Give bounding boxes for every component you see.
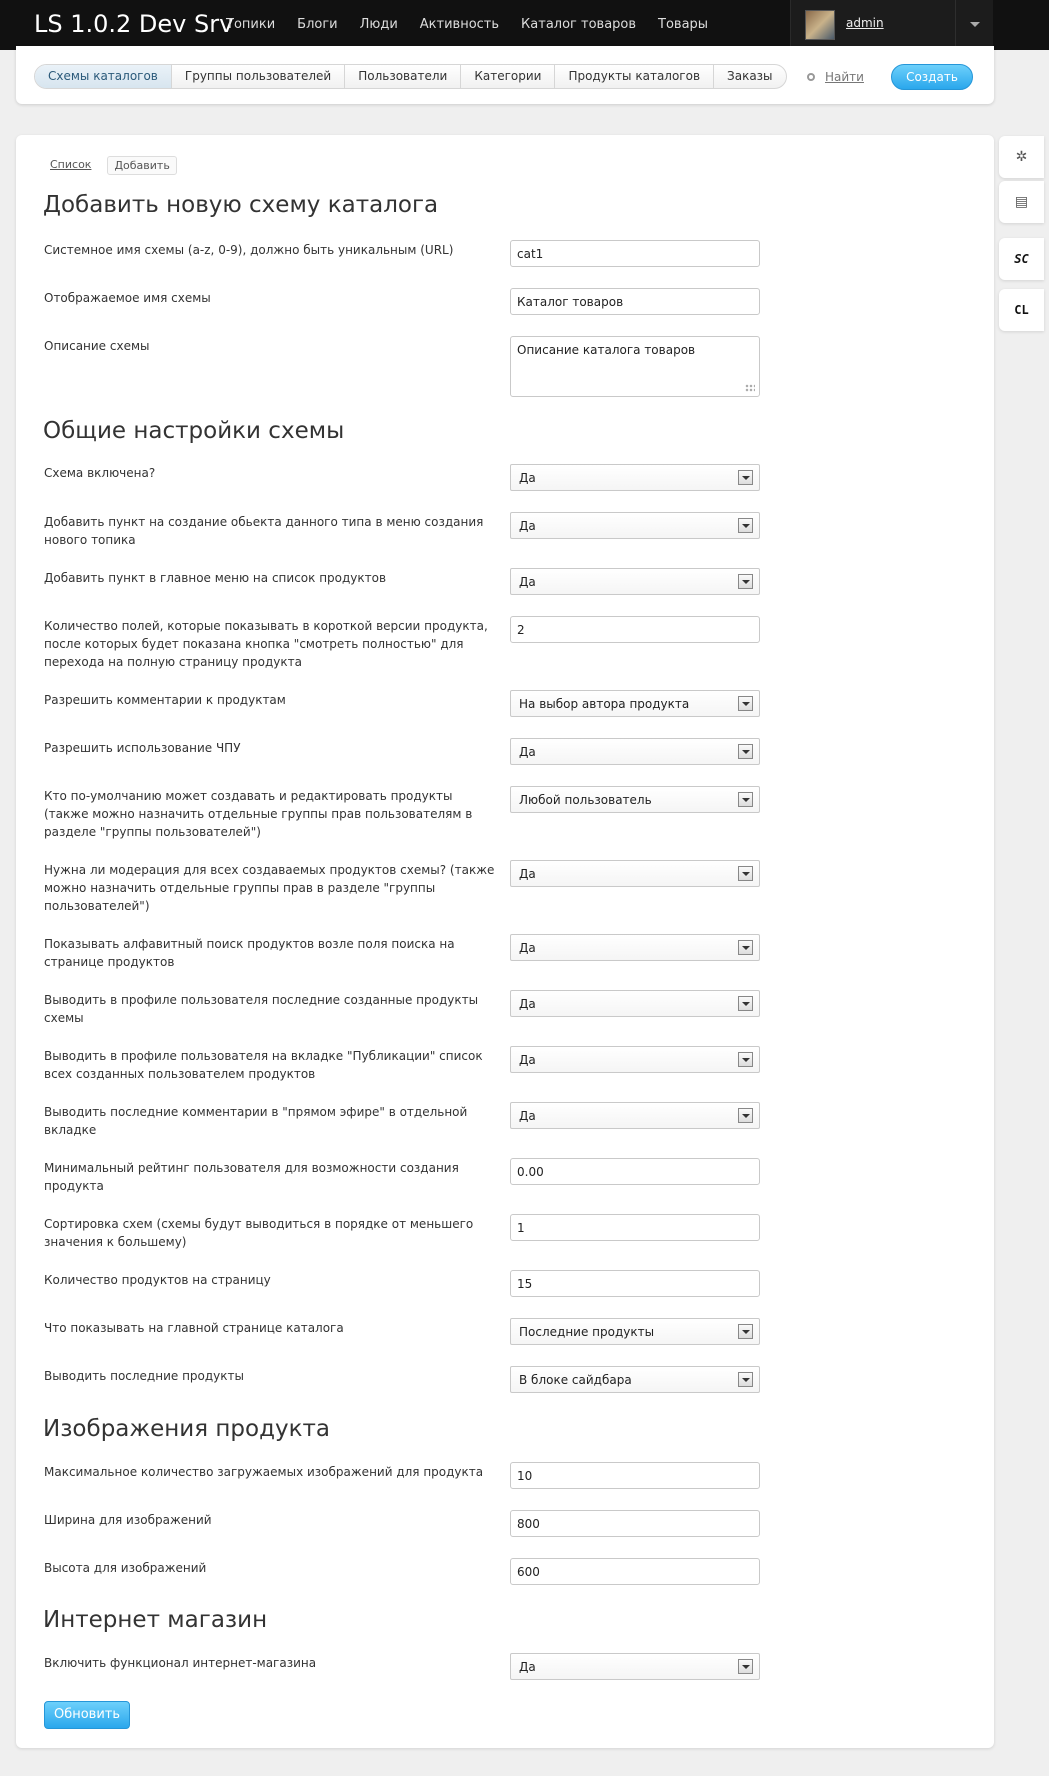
main-menu-label: Добавить пункт в главное меню на список …: [44, 571, 387, 585]
profile-pub-select[interactable]: Да: [510, 1046, 760, 1073]
main-page-select[interactable]: Последние продукты: [510, 1318, 760, 1345]
max-images-input[interactable]: 10: [510, 1462, 760, 1489]
chevron-down-icon[interactable]: [955, 0, 993, 48]
tab-catalog-products[interactable]: Продукты каталогов: [555, 65, 715, 88]
nav-item-people[interactable]: Люди: [360, 17, 398, 32]
general-settings-title: Общие настройки схемы: [43, 418, 345, 444]
shop-label: Включить функционал интернет-магазина: [44, 1656, 317, 1670]
user-menu: admin: [790, 0, 993, 48]
tab-categories[interactable]: Категории: [461, 65, 556, 88]
menu-create-select[interactable]: Да: [510, 512, 760, 539]
list-icon[interactable]: ▤: [999, 181, 1044, 223]
img-width-label: Ширина для изображений: [44, 1513, 212, 1527]
last-products-select[interactable]: В блоке сайдбара: [510, 1366, 760, 1393]
sys-name-input[interactable]: cat1: [510, 240, 760, 267]
display-name-label: Отображаемое имя схемы: [44, 291, 211, 305]
main-menu-select[interactable]: Да: [510, 568, 760, 595]
chevron-down-icon: [738, 574, 753, 589]
add-link[interactable]: Добавить: [107, 156, 177, 175]
search-link[interactable]: Найти: [807, 70, 864, 84]
nav-item-activity[interactable]: Активность: [420, 17, 499, 32]
cl-widget[interactable]: CL: [999, 289, 1044, 331]
chevron-down-icon: [738, 996, 753, 1011]
tab-catalog-schemes[interactable]: Схемы каталогов: [35, 65, 172, 88]
chevron-down-icon: [738, 1372, 753, 1387]
profile-last-select[interactable]: Да: [510, 990, 760, 1017]
admin-tabs: Схемы каталогов Группы пользователей Пол…: [34, 64, 787, 89]
sort-input[interactable]: 1: [510, 1214, 760, 1241]
profile-last-label: Выводить в профиле пользователя последни…: [44, 993, 479, 1025]
tab-user-groups[interactable]: Группы пользователей: [172, 65, 346, 88]
moderation-label: Нужна ли модерация для всех создаваемых …: [44, 863, 495, 913]
rating-label: Минимальный рейтинг пользователя для воз…: [44, 1161, 459, 1193]
chevron-down-icon: [738, 940, 753, 955]
profile-pub-label: Выводить в профиле пользователя на вклад…: [44, 1049, 483, 1081]
enabled-select[interactable]: Да: [510, 464, 760, 491]
short-fields-label: Количество полей, которые показывать в к…: [44, 619, 488, 669]
who-can-select[interactable]: Любой пользователь: [510, 786, 760, 813]
img-width-input[interactable]: 800: [510, 1510, 760, 1537]
tab-users[interactable]: Пользователи: [345, 65, 462, 88]
nav-item-blogs[interactable]: Блоги: [297, 17, 337, 32]
description-textarea[interactable]: Описание каталога товаров: [510, 336, 760, 397]
chevron-down-icon: [738, 518, 753, 533]
shop-title: Интернет магазин: [43, 1607, 268, 1633]
img-height-input[interactable]: 600: [510, 1558, 760, 1585]
shop-select[interactable]: Да: [510, 1653, 760, 1680]
cpu-label: Разрешить использование ЧПУ: [44, 741, 241, 755]
display-name-input[interactable]: Каталог товаров: [510, 288, 760, 315]
last-products-label: Выводить последние продукты: [44, 1369, 244, 1383]
live-label: Выводить последние комментарии в "прямом…: [44, 1105, 468, 1137]
description-label: Описание схемы: [44, 339, 150, 353]
nav-item-products[interactable]: Товары: [658, 17, 708, 32]
images-title: Изображения продукта: [43, 1416, 330, 1442]
form-title: Добавить новую схему каталога: [43, 192, 439, 218]
avatar[interactable]: [805, 10, 835, 40]
enabled-label: Схема включена?: [44, 466, 156, 480]
update-button[interactable]: Обновить: [44, 1701, 130, 1729]
menu-create-label: Добавить пункт на создание обьекта данно…: [44, 515, 484, 547]
per-page-label: Количество продуктов на страницу: [44, 1273, 271, 1287]
chevron-down-icon: [738, 792, 753, 807]
max-images-label: Максимальное количество загружаемых изоб…: [44, 1465, 484, 1479]
cpu-select[interactable]: Да: [510, 738, 760, 765]
sys-name-label: Системное имя схемы (a-z, 0-9), должно б…: [44, 243, 454, 257]
main-nav: Топики Блоги Люди Активность Каталог тов…: [226, 17, 730, 32]
action-tabs: Список Добавить: [44, 156, 187, 175]
rating-input[interactable]: 0.00: [510, 1158, 760, 1185]
chevron-down-icon: [738, 1052, 753, 1067]
site-logo[interactable]: LS 1.0.2 Dev Srv: [34, 10, 233, 38]
chevron-down-icon: [738, 744, 753, 759]
chevron-down-icon: [738, 696, 753, 711]
create-button[interactable]: Создать: [891, 64, 973, 90]
chevron-down-icon: [738, 866, 753, 881]
img-height-label: Высота для изображений: [44, 1561, 207, 1575]
moderation-select[interactable]: Да: [510, 860, 760, 887]
alpha-search-label: Показывать алфавитный поиск продуктов во…: [44, 937, 455, 969]
main-page-label: Что показывать на главной странице катал…: [44, 1321, 344, 1335]
nav-item-catalog[interactable]: Каталог товаров: [521, 17, 636, 32]
who-can-label: Кто по-умолчанию может создавать и редак…: [44, 789, 473, 839]
per-page-input[interactable]: 15: [510, 1270, 760, 1297]
live-select[interactable]: Да: [510, 1102, 760, 1129]
sc-widget[interactable]: SC: [999, 238, 1044, 280]
gear-icon[interactable]: ✲: [999, 136, 1044, 178]
chevron-down-icon: [738, 1659, 753, 1674]
top-bar: LS 1.0.2 Dev Srv Топики Блоги Люди Актив…: [0, 0, 1049, 50]
chevron-down-icon: [738, 1324, 753, 1339]
alpha-search-select[interactable]: Да: [510, 934, 760, 961]
comments-label: Разрешить комментарии к продуктам: [44, 693, 286, 707]
tab-orders[interactable]: Заказы: [714, 65, 786, 88]
nav-item-topics[interactable]: Топики: [226, 17, 275, 32]
list-link[interactable]: Список: [44, 156, 97, 175]
chevron-down-icon: [738, 470, 753, 485]
sort-label: Сортировка схем (схемы будут выводиться …: [44, 1217, 474, 1249]
search-icon: [807, 73, 815, 81]
admin-subnav: Схемы каталогов Группы пользователей Пол…: [16, 46, 994, 104]
comments-select[interactable]: На выбор автора продукта: [510, 690, 760, 717]
username-link[interactable]: admin: [846, 16, 884, 30]
short-fields-input[interactable]: 2: [510, 616, 760, 643]
chevron-down-icon: [738, 1108, 753, 1123]
